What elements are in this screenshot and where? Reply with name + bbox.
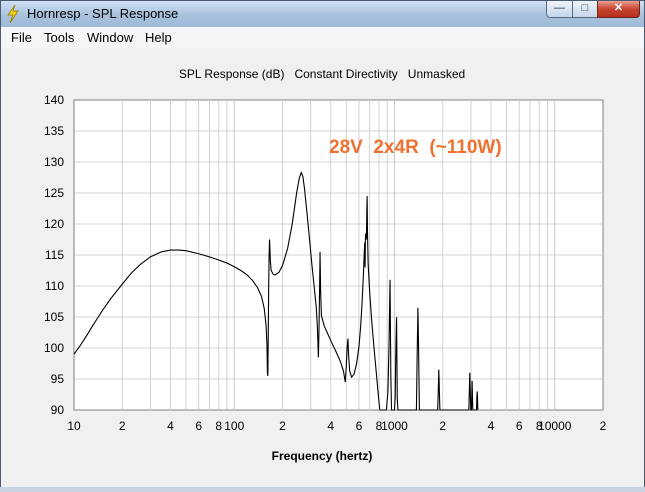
lightning-bolt-icon [7,5,19,23]
menu-window[interactable]: Window [87,30,133,45]
y-tick-label: 130 [44,155,64,169]
x-tick-label: 2 [439,419,446,433]
minimize-button[interactable]: — [546,1,573,18]
x-tick-label: 6 [516,419,523,433]
chart-title: SPL Response (dB) Constant Directivity U… [179,67,465,81]
title-bar[interactable]: Hornresp - SPL Response — □ ✕ [1,1,644,27]
x-tick-label: 10000 [538,419,572,433]
menu-tools[interactable]: Tools [44,30,74,45]
x-tick-label: 100 [224,419,244,433]
close-button[interactable]: ✕ [597,1,640,18]
y-tick-label: 115 [45,248,64,262]
y-tick-label: 95 [51,372,65,386]
x-tick-label: 4 [488,419,495,433]
y-tick-label: 140 [44,93,64,107]
x-tick-label: 6 [356,419,363,433]
chart-annotation: 28V 2x4R (~110W) [329,137,502,158]
menu-help[interactable]: Help [145,30,172,45]
spl-chart: SPL Response (dB) Constant Directivity U… [44,67,607,463]
maximize-button[interactable]: □ [572,1,598,18]
x-tick-label: 2 [600,419,607,433]
x-tick-label: 4 [327,419,334,433]
x-tick-label: 4 [167,419,174,433]
y-tick-label: 120 [44,217,64,231]
y-tick-label: 90 [51,403,65,417]
x-tick-labels: 10 2 4 6 8 100 2 4 6 81000 2 4 6 810000 2 [67,419,606,433]
window-title: Hornresp - SPL Response [27,6,179,21]
status-strip [0,487,645,492]
x-tick-label: 2 [279,419,286,433]
y-tick-label: 125 [44,186,64,200]
menu-bar: File Tools Window Help [1,27,644,49]
x-tick-label: 1000 [381,419,408,433]
y-tick-label: 135 [44,124,64,138]
y-tick-label: 110 [45,279,64,293]
x-tick-label: 6 [195,419,202,433]
chart-area: SPL Response (dB) Constant Directivity U… [1,48,644,491]
hornresp-window: Hornresp - SPL Response — □ ✕ File Tools… [0,0,645,492]
y-tick-labels: 140 135 130 125 120 115 110 105 100 95 90 [44,93,64,417]
y-tick-label: 100 [44,341,64,355]
menu-file[interactable]: File [11,30,32,45]
x-axis-label: Frequency (hertz) [272,449,373,463]
x-tick-label: 10 [67,419,81,433]
x-tick-label: 2 [119,419,126,433]
y-tick-label: 105 [44,310,64,324]
x-tick-label: 8 [215,419,222,433]
